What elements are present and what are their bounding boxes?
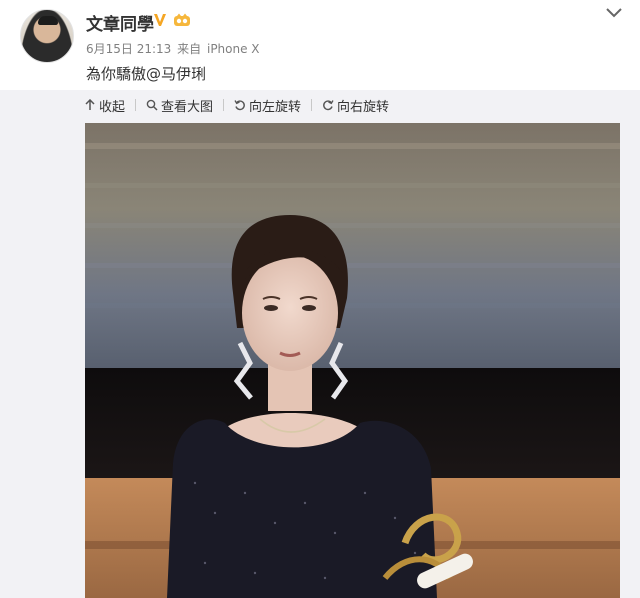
post-header: 文章同學 6月15日 21:13 来自 iPhone X 為你驕傲@马伊琍 [0, 0, 640, 90]
rotate-right-button[interactable]: 向右旋转 [322, 96, 389, 115]
collapse-arrow-icon [85, 99, 95, 110]
collapse-button[interactable]: 收起 [84, 96, 125, 115]
toolbar-divider [223, 99, 225, 111]
chevron-down-icon[interactable] [605, 7, 623, 19]
avatar[interactable] [20, 9, 74, 63]
media-area: 收起 查看大图 向左旋转 向右旋转 [0, 90, 640, 598]
search-icon [146, 99, 158, 111]
post-meta: 6月15日 21:13 来自 iPhone X [86, 40, 262, 57]
toolbar-divider [135, 99, 137, 111]
view-large-button[interactable]: 查看大图 [146, 96, 213, 115]
source-prefix: 来自 [177, 42, 202, 56]
rotate-right-icon [323, 100, 334, 111]
toolbar-divider [311, 99, 313, 111]
rotate-left-button[interactable]: 向左旋转 [234, 96, 301, 115]
member-crown-icon[interactable] [173, 13, 191, 27]
source-device[interactable]: iPhone X [207, 42, 260, 56]
post-timestamp[interactable]: 6月15日 21:13 [86, 42, 171, 56]
view-large-label: 查看大图 [161, 99, 214, 115]
image-toolbar: 收起 查看大图 向左旋转 向右旋转 [84, 94, 399, 116]
post-text: 為你驕傲@马伊琍 [86, 65, 207, 83]
collapse-label: 收起 [99, 99, 126, 115]
rotate-left-label: 向左旋转 [249, 99, 302, 115]
rotate-right-label: 向右旋转 [337, 99, 390, 115]
post-photo[interactable] [85, 123, 620, 598]
verified-v-icon[interactable] [153, 13, 167, 27]
username[interactable]: 文章同學 [86, 10, 154, 35]
rotate-left-icon [234, 100, 245, 111]
